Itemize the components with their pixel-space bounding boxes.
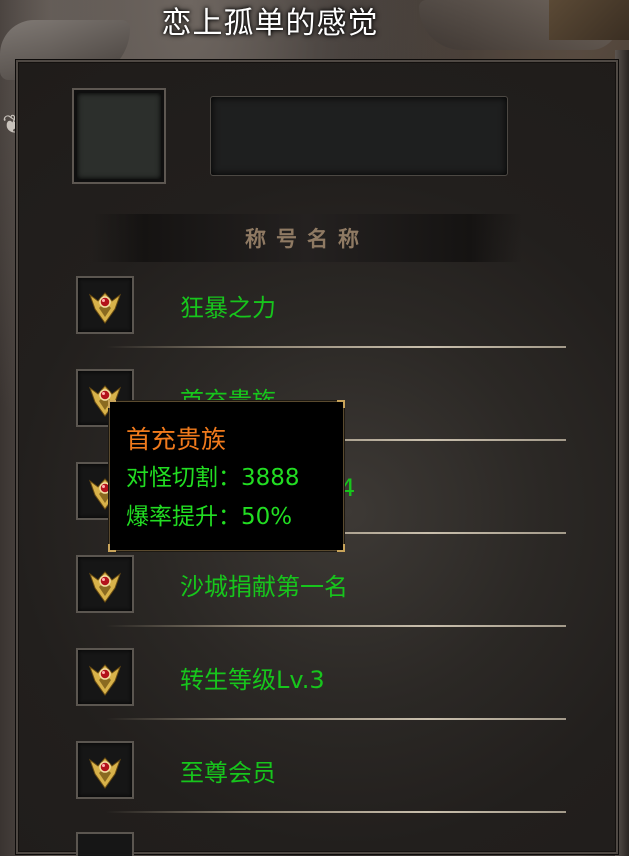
title-name: 至尊会员: [180, 759, 276, 787]
row-divider: [106, 346, 566, 348]
title-name: 狂暴之力: [180, 294, 276, 322]
tooltip-title: 首充贵族: [126, 425, 227, 454]
row-divider: [106, 718, 566, 720]
winged-gem-emblem-icon[interactable]: [76, 276, 134, 334]
title-row[interactable]: 狂暴之力: [76, 276, 566, 368]
window-title: 恋上孤单的感觉: [161, 6, 379, 41]
avatar-slot[interactable]: [74, 90, 164, 182]
winged-gem-emblem-icon[interactable]: [76, 648, 134, 706]
title-row[interactable]: 沙城捐献第一名: [76, 555, 566, 647]
winged-gem-emblem-icon[interactable]: [76, 741, 134, 799]
tooltip-stat-droprate: 爆率提升：50%: [126, 504, 293, 530]
partial-row-icon[interactable]: [76, 832, 134, 856]
row-divider: [106, 811, 566, 813]
tooltip-corner: [337, 400, 345, 408]
title-name: 沙城捐献第一名: [180, 573, 348, 601]
tooltip-corner: [108, 400, 116, 408]
title-bar[interactable]: 恋上孤单的感觉: [100, 0, 440, 50]
tooltip-corner: [108, 544, 116, 552]
name-display-box: [210, 96, 508, 176]
titles-header-ribbon: 称号名称: [92, 214, 522, 262]
corner-ornament: [549, 0, 629, 40]
title-row[interactable]: 至尊会员: [76, 741, 566, 833]
tooltip-stat-damage: 对怪切割：3888: [126, 465, 300, 491]
title-tooltip: 首充贵族 对怪切割：3888 爆率提升：50%: [108, 400, 345, 552]
winged-gem-emblem-icon[interactable]: [76, 555, 134, 613]
title-name: 转生等级Lv.3: [180, 666, 325, 694]
titles-header-label: 称号名称: [245, 226, 369, 251]
row-divider: [106, 625, 566, 627]
tooltip-corner: [337, 544, 345, 552]
title-row[interactable]: 转生等级Lv.3: [76, 648, 566, 740]
